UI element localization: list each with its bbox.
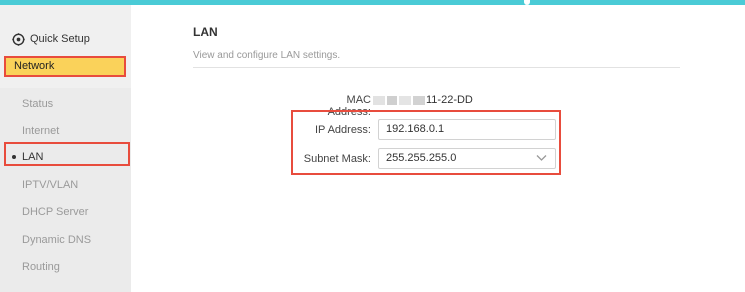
ip-address-label: IP Address:: [314, 124, 371, 136]
sidebar-item-dynamic-dns[interactable]: Dynamic DNS: [22, 233, 91, 247]
mac-address-value: 11-22-DD: [426, 94, 473, 106]
sidebar-item-network[interactable]: Network: [4, 56, 126, 77]
subnet-mask-value: 255.255.255.0: [386, 152, 457, 164]
ip-address-input[interactable]: 192.168.0.1: [378, 119, 556, 140]
sidebar-item-dhcp-server[interactable]: DHCP Server: [22, 205, 88, 219]
divider: [193, 67, 680, 68]
quick-setup-label: Quick Setup: [30, 33, 90, 45]
sidebar-item-routing[interactable]: Routing: [22, 260, 60, 274]
sidebar-item-internet[interactable]: Internet: [22, 124, 59, 138]
subnet-mask-label: Subnet Mask:: [303, 153, 371, 165]
sidebar-item-status[interactable]: Status: [22, 97, 53, 111]
quick-setup-icon: [12, 32, 25, 46]
mac-redacted-blur: [373, 94, 425, 106]
page-subtitle: View and configure LAN settings.: [193, 50, 341, 61]
sidebar-item-iptv-vlan[interactable]: IPTV/VLAN: [22, 178, 78, 192]
top-bar-notch: [524, 0, 530, 5]
quick-setup-link[interactable]: Quick Setup: [12, 31, 90, 47]
active-dot-icon: [12, 155, 16, 159]
page-title: LAN: [193, 25, 218, 39]
sidebar-item-lan[interactable]: LAN: [22, 150, 43, 164]
subnet-mask-select[interactable]: 255.255.255.0: [378, 148, 556, 169]
chevron-down-icon: [536, 155, 547, 161]
network-label: Network: [14, 60, 55, 72]
